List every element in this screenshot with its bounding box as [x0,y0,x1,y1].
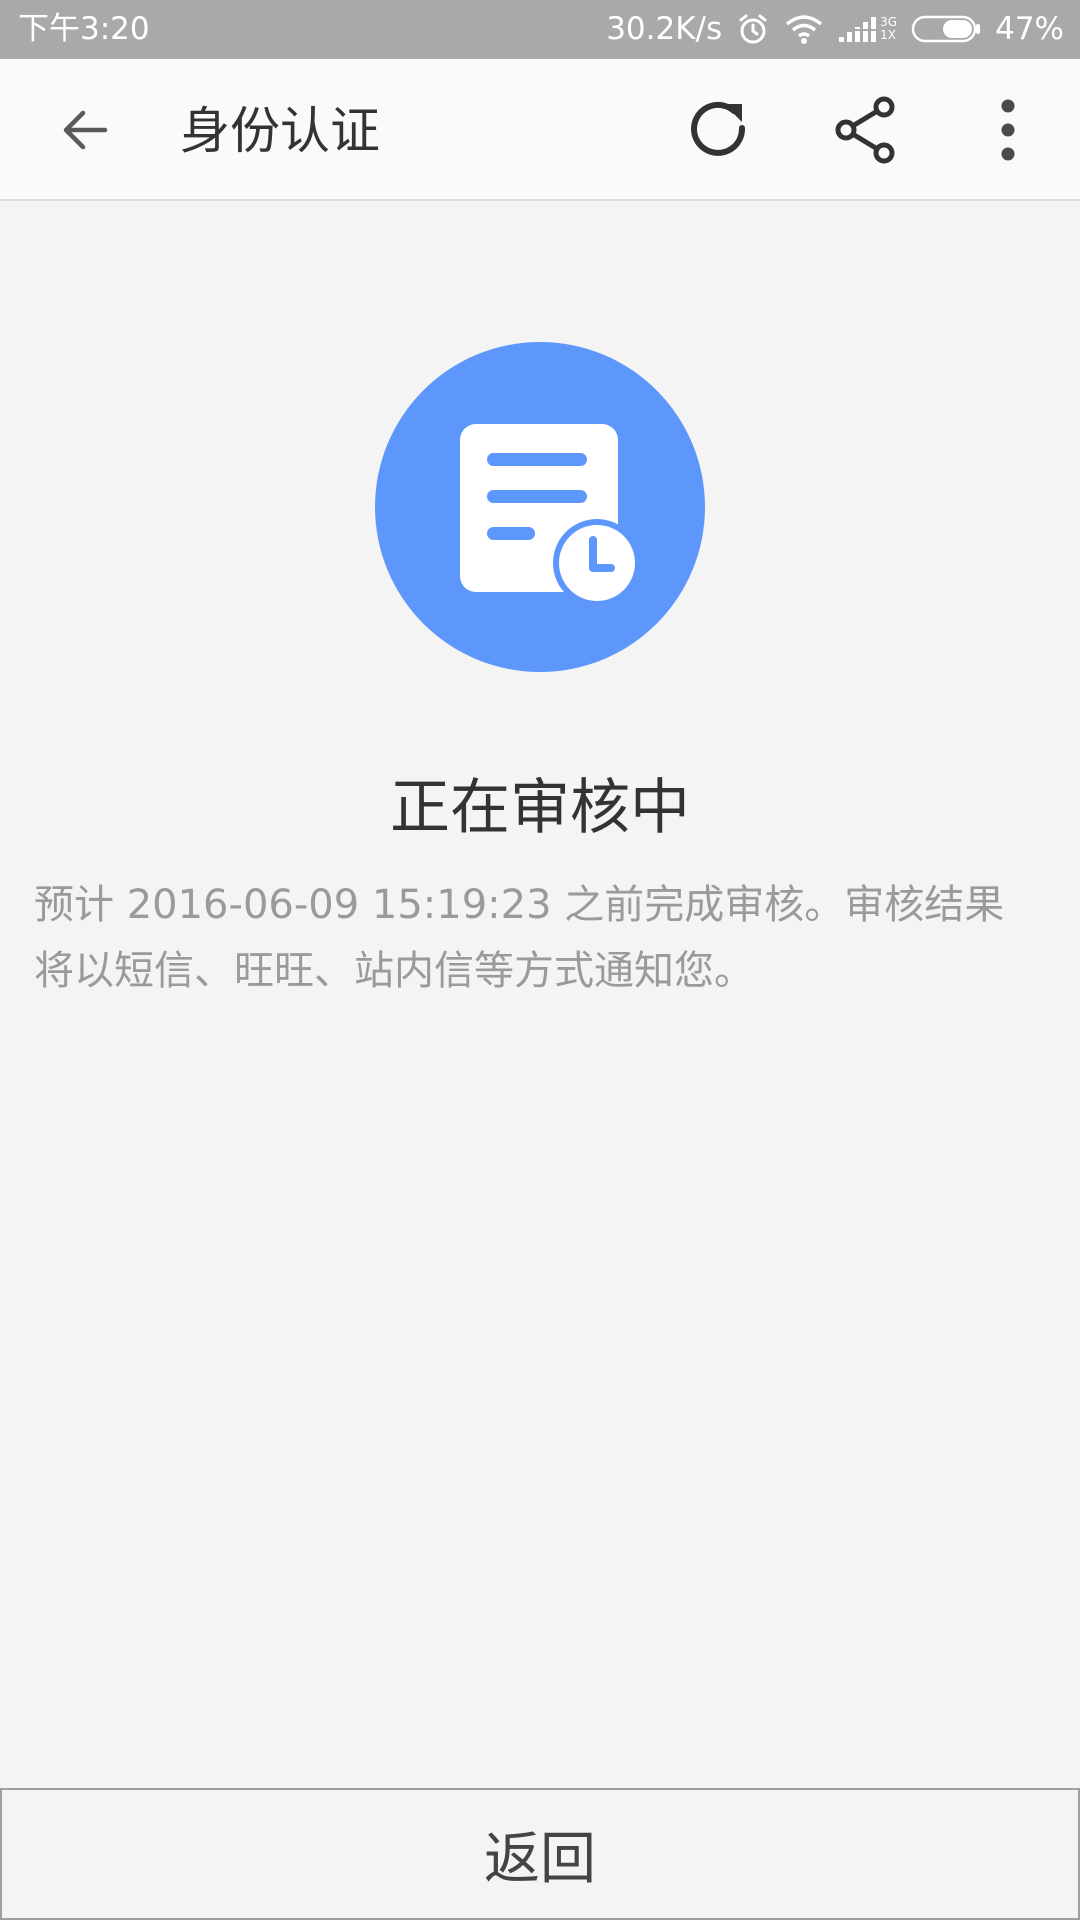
review-status-description: 预计 2016-06-09 15:19:23 之前完成审核。审核结果将以短信、旺… [34,882,1005,994]
signal-icon: 3G 1X [838,15,897,43]
more-button[interactable] [968,90,1048,170]
status-time: 下午3:20 [18,11,150,47]
back-button[interactable] [45,90,125,170]
network-speed: 30.2K/s [606,11,723,47]
share-icon [835,96,895,164]
wifi-icon [784,13,824,45]
status-bar: 下午3:20 30.2K/s 3G 1X 47% [0,0,1080,59]
battery-icon [911,14,981,44]
battery-level: 47% [995,11,1064,47]
refresh-icon [691,101,746,156]
signal-label-1x: 1X [880,28,897,42]
more-vert-icon [1001,99,1015,161]
review-status-title: 正在审核中 [390,773,690,843]
return-button[interactable]: 返回 [0,1788,1080,1920]
page-title: 身份认证 [180,102,380,160]
document-clock-icon [460,424,641,607]
status-icons: 30.2K/s 3G 1X 47% [606,11,1064,47]
back-arrow-icon [63,110,108,150]
alarm-icon [736,12,770,46]
toolbar: 身份认证 [0,59,1080,201]
review-status-graphic [375,342,705,672]
share-button[interactable] [825,90,905,170]
refresh-button[interactable] [680,90,760,170]
